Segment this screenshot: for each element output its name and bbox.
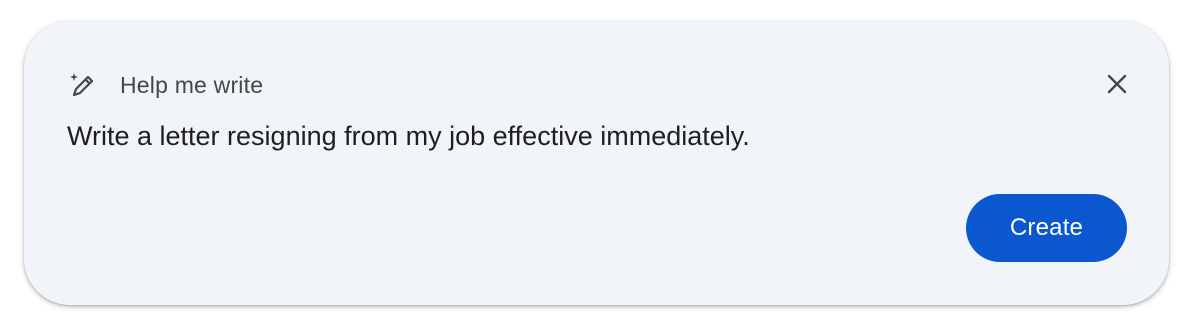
help-me-write-card: Help me write Write a letter resigning f… — [24, 21, 1169, 305]
create-button[interactable]: Create — [966, 194, 1127, 262]
prompt-text[interactable]: Write a letter resigning from my job eff… — [67, 121, 750, 152]
magic-pen-icon — [68, 70, 98, 100]
card-header: Help me write — [68, 69, 263, 101]
close-button[interactable] — [1103, 72, 1131, 100]
close-icon[interactable] — [1106, 73, 1128, 100]
dialog-title: Help me write — [120, 71, 264, 98]
